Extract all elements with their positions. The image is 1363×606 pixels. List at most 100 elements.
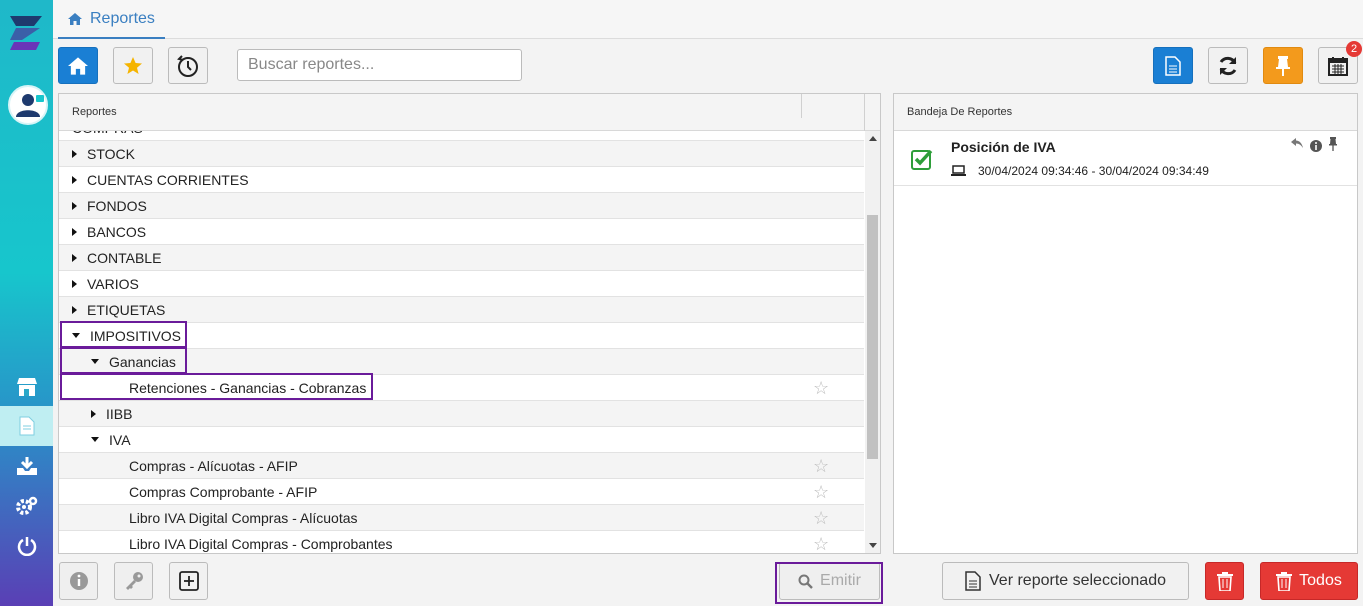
home-icon [68, 56, 88, 75]
report-tray-panel: Bandeja De Reportes Posición de IVA 30/0… [893, 93, 1358, 554]
power-icon[interactable] [0, 526, 53, 566]
pin-icon [1276, 55, 1290, 76]
search-icon [798, 574, 813, 589]
caret-right-icon[interactable] [91, 409, 96, 418]
download-icon[interactable] [0, 446, 53, 486]
view-selected-report-button[interactable]: Ver reporte seleccionado [942, 562, 1189, 600]
tree-row-label: IMPOSITIVOS [90, 327, 182, 344]
sidebar [0, 0, 53, 606]
tree-folder-row[interactable]: IVA [59, 427, 864, 453]
tree-row-label: Compras Comprobante - AFIP [129, 483, 318, 500]
favorites-button[interactable] [113, 47, 153, 84]
home-button[interactable] [58, 47, 98, 84]
info-button[interactable] [59, 562, 98, 600]
tree-report-row[interactable]: Libro IVA Digital Compras - Alícuotas ☆ [59, 505, 864, 531]
view-selected-report-label: Ver reporte seleccionado [989, 572, 1166, 589]
reports-tree: COMPRAS STOCK CUENTAS CORRIENTES FONDOS BANC… [59, 131, 864, 553]
report-title: Posición de IVA [951, 139, 1056, 155]
user-avatar[interactable] [8, 85, 48, 125]
tree-row-label: Compras - Alícuotas - AFIP [129, 457, 298, 474]
scroll-down-arrow[interactable] [869, 543, 877, 548]
emit-button[interactable]: Emitir [779, 562, 880, 600]
reports-header-label: Reportes [72, 106, 117, 118]
tree-report-row[interactable]: Compras - Alícuotas - AFIP ☆ [59, 453, 864, 479]
reports-tree-panel: Reportes COMPRAS STOCK CUENTAS CORRIENTES F… [58, 93, 881, 554]
favorite-star-icon[interactable]: ☆ [813, 508, 829, 528]
caret-right-icon[interactable] [72, 253, 77, 262]
tree-folder-row[interactable]: IMPOSITIVOS [59, 323, 864, 349]
tree-row-label: BANCOS [87, 223, 147, 240]
caret-right-icon[interactable] [72, 175, 77, 184]
favorite-star-icon[interactable]: ☆ [813, 378, 829, 398]
tree-report-row[interactable]: Retenciones - Ganancias - Cobranzas ☆ [59, 375, 864, 401]
tree-folder-row[interactable]: CONTABLE [59, 245, 864, 271]
tree-row-label: CONTABLE [87, 249, 162, 266]
user-icon [16, 94, 44, 117]
tree-folder-row[interactable]: IIBB [59, 401, 864, 427]
tree-row-label: VARIOS [87, 275, 139, 292]
checkbox-checked-icon[interactable] [911, 148, 933, 170]
report-tray-header-label: Bandeja De Reportes [907, 106, 1013, 118]
emit-label: Emitir [820, 572, 861, 589]
tree-row-label: Ganancias [109, 353, 176, 370]
favorite-star-icon[interactable]: ☆ [813, 456, 829, 476]
scroll-thumb[interactable] [867, 215, 878, 459]
pin-icon[interactable] [1328, 137, 1338, 151]
tree-row-label: Libro IVA Digital Compras - Alícuotas [129, 509, 358, 526]
tree-row-label: Retenciones - Ganancias - Cobranzas [129, 379, 367, 396]
tree-row-label: FONDOS [87, 197, 147, 214]
tab-label: Reportes [90, 9, 155, 27]
delete-button[interactable] [1205, 562, 1244, 600]
scroll-up-arrow[interactable] [869, 136, 877, 141]
tree-row-label: STOCK [87, 145, 135, 162]
add-button[interactable] [169, 562, 208, 600]
tree-folder-row[interactable]: FONDOS [59, 193, 864, 219]
tree-folder-row[interactable]: STOCK [59, 141, 864, 167]
caret-down-icon[interactable] [91, 359, 99, 364]
tab-bar: Reportes [53, 0, 1363, 39]
home-icon [68, 12, 82, 25]
plus-square-icon [178, 571, 199, 591]
store-icon[interactable] [0, 367, 53, 407]
star-icon [124, 56, 142, 74]
reports-view-button[interactable] [1153, 47, 1193, 84]
delete-all-button[interactable]: Todos [1260, 562, 1358, 600]
tree-folder-row[interactable]: VARIOS [59, 271, 864, 297]
refresh-button[interactable] [1208, 47, 1248, 84]
favorite-star-icon[interactable]: ☆ [813, 534, 829, 553]
report-tray-item[interactable]: Posición de IVA 30/04/2024 09:34:46 - 30… [894, 131, 1357, 186]
tree-scrollbar[interactable] [865, 131, 880, 553]
tree-row-label: Libro IVA Digital Compras - Comprobantes [129, 535, 393, 552]
history-button[interactable] [168, 47, 208, 84]
reports-icon[interactable] [0, 406, 53, 446]
pin-button[interactable] [1263, 47, 1303, 84]
caret-right-icon[interactable] [72, 305, 77, 314]
refresh-icon [1219, 56, 1237, 75]
tree-report-row[interactable]: COMPRAS [59, 131, 864, 141]
tree-row-label: CUENTAS CORRIENTES [87, 171, 249, 188]
caret-right-icon[interactable] [72, 227, 77, 236]
info-icon [69, 572, 88, 590]
tree-folder-row[interactable]: BANCOS [59, 219, 864, 245]
trash-icon [1276, 571, 1293, 591]
caret-right-icon[interactable] [72, 201, 77, 210]
tree-folder-row[interactable]: ETIQUETAS [59, 297, 864, 323]
caret-right-icon[interactable] [72, 279, 77, 288]
history-icon [177, 54, 198, 77]
tab-reportes[interactable]: Reportes [58, 0, 165, 39]
info-icon[interactable] [1310, 140, 1322, 152]
tree-row-label: IIBB [106, 405, 133, 422]
caret-down-icon[interactable] [91, 437, 99, 442]
favorite-star-icon[interactable]: ☆ [813, 482, 829, 502]
tree-report-row[interactable]: Compras Comprobante - AFIP ☆ [59, 479, 864, 505]
tree-folder-row[interactable]: CUENTAS CORRIENTES [59, 167, 864, 193]
search-input[interactable] [237, 49, 522, 81]
tree-folder-row[interactable]: Ganancias [59, 349, 864, 375]
tree-report-row[interactable]: Libro IVA Digital Compras - Comprobantes… [59, 531, 864, 553]
settings-icon[interactable] [0, 486, 53, 526]
reply-icon[interactable] [1290, 137, 1304, 149]
key-button[interactable] [114, 562, 153, 600]
app-logo[interactable] [6, 12, 48, 54]
caret-down-icon[interactable] [72, 333, 80, 338]
caret-right-icon[interactable] [72, 149, 77, 158]
